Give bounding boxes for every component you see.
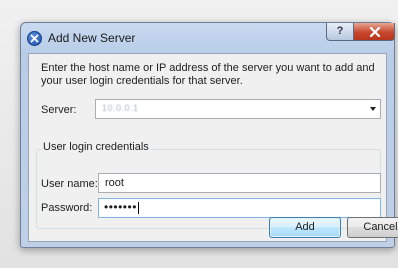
server-combobox[interactable]: 10.0.0.1: [95, 99, 381, 119]
close-button[interactable]: [353, 23, 395, 41]
password-label: Password:: [41, 202, 93, 214]
dialog-title: Add New Server: [48, 31, 136, 45]
credentials-group-label: User login credentials: [41, 141, 151, 153]
add-server-dialog: Add New Server ? Enter the host name or …: [20, 22, 398, 248]
server-value: 10.0.0.1: [102, 103, 139, 113]
help-button[interactable]: ?: [326, 23, 354, 41]
add-button[interactable]: Add: [269, 217, 341, 238]
title-bar[interactable]: Add New Server ?: [21, 23, 395, 53]
cancel-button[interactable]: Cancel: [347, 217, 398, 238]
password-mask-text: •••••••: [104, 200, 137, 214]
password-field[interactable]: •••••••: [98, 198, 381, 218]
username-label: User name:: [41, 178, 98, 190]
server-label: Server:: [41, 104, 77, 116]
help-label: ?: [336, 25, 344, 37]
close-icon: [369, 27, 381, 37]
password-mask: •••••••: [104, 200, 139, 214]
username-field[interactable]: root: [98, 173, 381, 193]
instruction-text: Enter the host name or IP address of the…: [41, 62, 375, 87]
dialog-content: Enter the host name or IP address of the…: [28, 53, 387, 242]
info-circle-icon: [27, 31, 42, 46]
username-value: root: [105, 177, 124, 189]
chevron-down-icon[interactable]: [370, 107, 376, 111]
text-caret: [137, 201, 139, 214]
